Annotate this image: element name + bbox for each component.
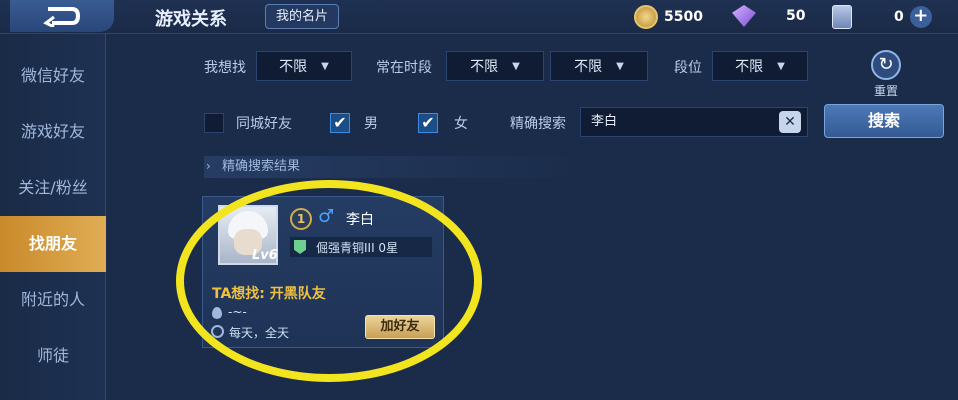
reset-label: 重置 <box>873 84 898 98</box>
back-button[interactable] <box>10 0 114 32</box>
results-header: 精确搜索结果 <box>204 156 584 178</box>
rank-select-value: 不限 <box>735 59 764 75</box>
refresh-icon: ↻ <box>871 50 901 80</box>
looking-for-text: TA想找: 开黑队友 <box>212 286 326 302</box>
same-city-label: 同城好友 <box>236 116 292 132</box>
player-active-time: 每天，全天 <box>229 326 290 340</box>
sidebar-item-follows-fans[interactable]: 关注/粉丝 <box>0 160 106 216</box>
sidebar: 微信好友 游戏好友 关注/粉丝 找朋友 附近的人 师徒 <box>0 34 106 400</box>
my-card-button[interactable]: 我的名片 <box>265 4 340 29</box>
gold-amount: 5500 <box>664 9 703 25</box>
back-arrow-icon <box>43 7 81 27</box>
chevron-right-icon: › <box>206 159 211 173</box>
female-checkbox[interactable]: ✔ <box>418 113 438 133</box>
sidebar-item-mentorship[interactable]: 师徒 <box>0 328 106 384</box>
sidebar-item-find-friends[interactable]: 找朋友 <box>0 216 106 272</box>
time-select-end[interactable]: 不限 ▼ <box>550 51 648 81</box>
ticket-currency: 0 + <box>832 5 932 29</box>
reset-button[interactable]: ↻ 重置 <box>862 50 910 98</box>
page-title: 游戏关系 <box>155 9 227 30</box>
rank-select[interactable]: 不限 ▼ <box>712 51 808 81</box>
diamond-icon <box>732 5 756 27</box>
time-select-start-value: 不限 <box>470 59 499 75</box>
exact-search-label: 精确搜索 <box>510 116 566 132</box>
add-friend-button[interactable]: 加好友 <box>365 315 435 339</box>
ticket-amount: 0 <box>894 9 904 25</box>
chevron-down-icon: ▼ <box>777 60 785 72</box>
male-gender-icon: ♂ <box>318 206 335 227</box>
ticket-icon <box>832 5 852 29</box>
sidebar-item-wechat-friends[interactable]: 微信好友 <box>0 48 106 104</box>
player-location: -~- <box>228 305 247 319</box>
player-rank: 倔强青铜III 0星 <box>316 241 399 255</box>
diamond-amount: 50 <box>786 8 806 24</box>
rank-badge-icon: 1 <box>290 208 312 230</box>
male-label: 男 <box>364 116 378 132</box>
search-input[interactable]: 李白 <box>580 107 808 137</box>
checkmark-icon: ✔ <box>333 113 347 132</box>
want-select-value: 不限 <box>279 59 308 75</box>
chevron-down-icon: ▼ <box>512 60 520 72</box>
male-checkbox[interactable]: ✔ <box>330 113 350 133</box>
time-label: 常在时段 <box>376 60 432 76</box>
rank-label: 段位 <box>674 60 702 76</box>
checkmark-icon: ✔ <box>421 113 435 132</box>
want-label: 我想找 <box>204 60 246 76</box>
time-select-start[interactable]: 不限 ▼ <box>446 51 544 81</box>
search-button[interactable]: 搜索 <box>824 104 944 138</box>
want-select[interactable]: 不限 ▼ <box>256 51 352 81</box>
diamond-currency: 50 <box>732 5 805 27</box>
clock-icon <box>211 325 224 338</box>
female-label: 女 <box>454 116 468 132</box>
gold-currency: 5500 <box>634 5 703 29</box>
same-city-checkbox[interactable] <box>204 113 224 133</box>
add-currency-icon[interactable]: + <box>909 6 932 28</box>
location-pin-icon <box>212 307 222 319</box>
time-select-end-value: 不限 <box>574 59 603 75</box>
sidebar-item-nearby[interactable]: 附近的人 <box>0 272 106 328</box>
sidebar-item-game-friends[interactable]: 游戏好友 <box>0 104 106 160</box>
player-name: 李白 <box>346 212 374 228</box>
top-bar: 游戏关系 我的名片 5500 50 0 + <box>0 0 958 34</box>
gold-coin-icon <box>634 5 658 29</box>
chevron-down-icon: ▼ <box>616 60 624 72</box>
chevron-down-icon: ▼ <box>321 60 329 72</box>
clear-icon[interactable]: ✕ <box>779 111 801 133</box>
player-level: Lv6 <box>252 248 278 263</box>
